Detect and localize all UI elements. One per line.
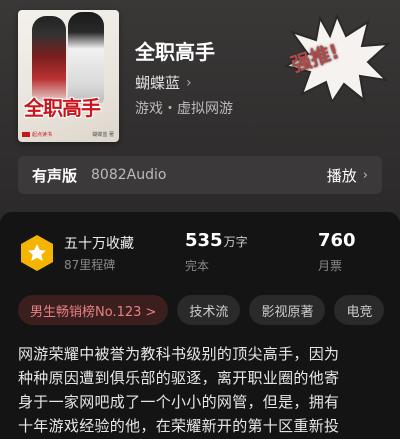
info-panel: 五十万收藏 87里程碑 535万字 完本 760 月票 男生畅销榜No.123 … <box>0 212 400 439</box>
book-title: 全职高手 <box>135 40 215 64</box>
author-name: 蝴蝶蓝 <box>135 74 181 92</box>
tag-item[interactable]: 技术流 <box>177 295 241 325</box>
book-genre: 游戏・虚拟网游 <box>135 101 233 117</box>
completion-status: 完本 <box>185 259 210 273</box>
cover-character-right <box>68 12 104 104</box>
description-line: 身于一家网吧成了一个小小的网管，但是，拥有 <box>18 393 340 411</box>
description-line: 种种原因遭到俱乐部的驱逐，离开职业圈的他寄 <box>18 369 340 387</box>
word-count: 535万字 <box>185 230 248 251</box>
collection-badge-icon <box>20 234 54 272</box>
chevron-right-icon: › <box>186 74 192 91</box>
collection-title: 五十万收藏 <box>64 236 134 252</box>
description-line: 网游荣耀中被誉为教科书级别的顶尖高手，因为 <box>18 345 340 363</box>
audio-source: 8082Audio <box>91 167 167 183</box>
description-line: 十年游戏经验的他，在荣耀新开的第十区重新投 <box>18 417 340 435</box>
author-link[interactable]: 蝴蝶蓝 › <box>135 72 192 93</box>
audio-label: 有声版 <box>32 166 78 185</box>
monthly-tickets-count: 760 <box>318 230 356 251</box>
book-cover[interactable]: 全职高手 起点读书 蝴蝶蓝 著 <box>18 10 119 142</box>
tag-item[interactable]: 电竞 <box>334 295 385 325</box>
chevron-right-icon: › <box>362 167 368 183</box>
milestone-text: 87里程碑 <box>64 258 116 272</box>
cover-author: 蝴蝶蓝 著 <box>92 132 114 138</box>
book-description[interactable]: 网游荣耀中被誉为教科书级别的顶尖高手，因为 种种原因遭到俱乐部的驱逐，离开职业圈… <box>18 342 380 438</box>
recommend-stamp: 强推! <box>282 13 392 105</box>
cover-publisher: 起点读书 <box>22 131 52 138</box>
audio-version-bar[interactable]: 有声版 8082Audio 播放 › <box>18 156 382 194</box>
tag-list: 男生畅销榜No.123 > 技术流 影视原著 电竞 <box>18 295 385 325</box>
monthly-tickets-label: 月票 <box>318 259 343 273</box>
play-label: 播放 <box>326 166 357 185</box>
tag-item[interactable]: 影视原著 <box>249 295 326 325</box>
cover-title: 全职高手 <box>24 96 101 120</box>
tag-rank[interactable]: 男生畅销榜No.123 > <box>18 295 169 325</box>
play-button[interactable]: 播放 › <box>327 165 368 186</box>
